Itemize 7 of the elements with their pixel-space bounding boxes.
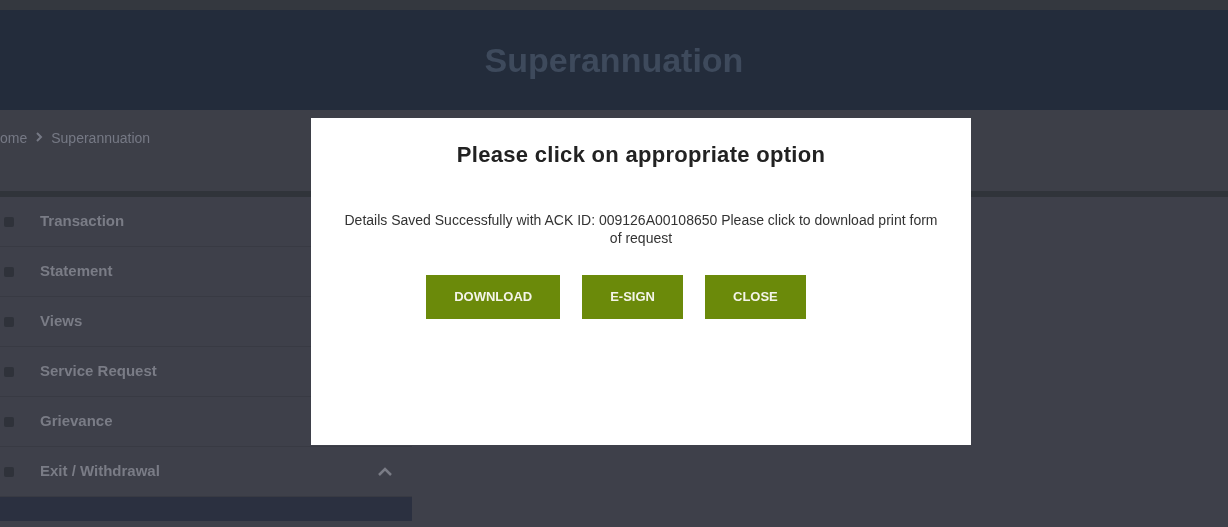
dialog-button[interactable]: E-SIGN <box>582 275 683 319</box>
chevron-right-icon <box>35 132 44 142</box>
dialog-button[interactable]: DOWNLOAD <box>426 275 561 319</box>
breadcrumb-link[interactable]: Superannuation <box>51 128 151 149</box>
dialog-title: Please click on appropriate option <box>455 141 827 169</box>
breadcrumb-link[interactable]: ome <box>0 128 28 149</box>
dialog-button[interactable]: CLOSE <box>705 275 806 319</box>
